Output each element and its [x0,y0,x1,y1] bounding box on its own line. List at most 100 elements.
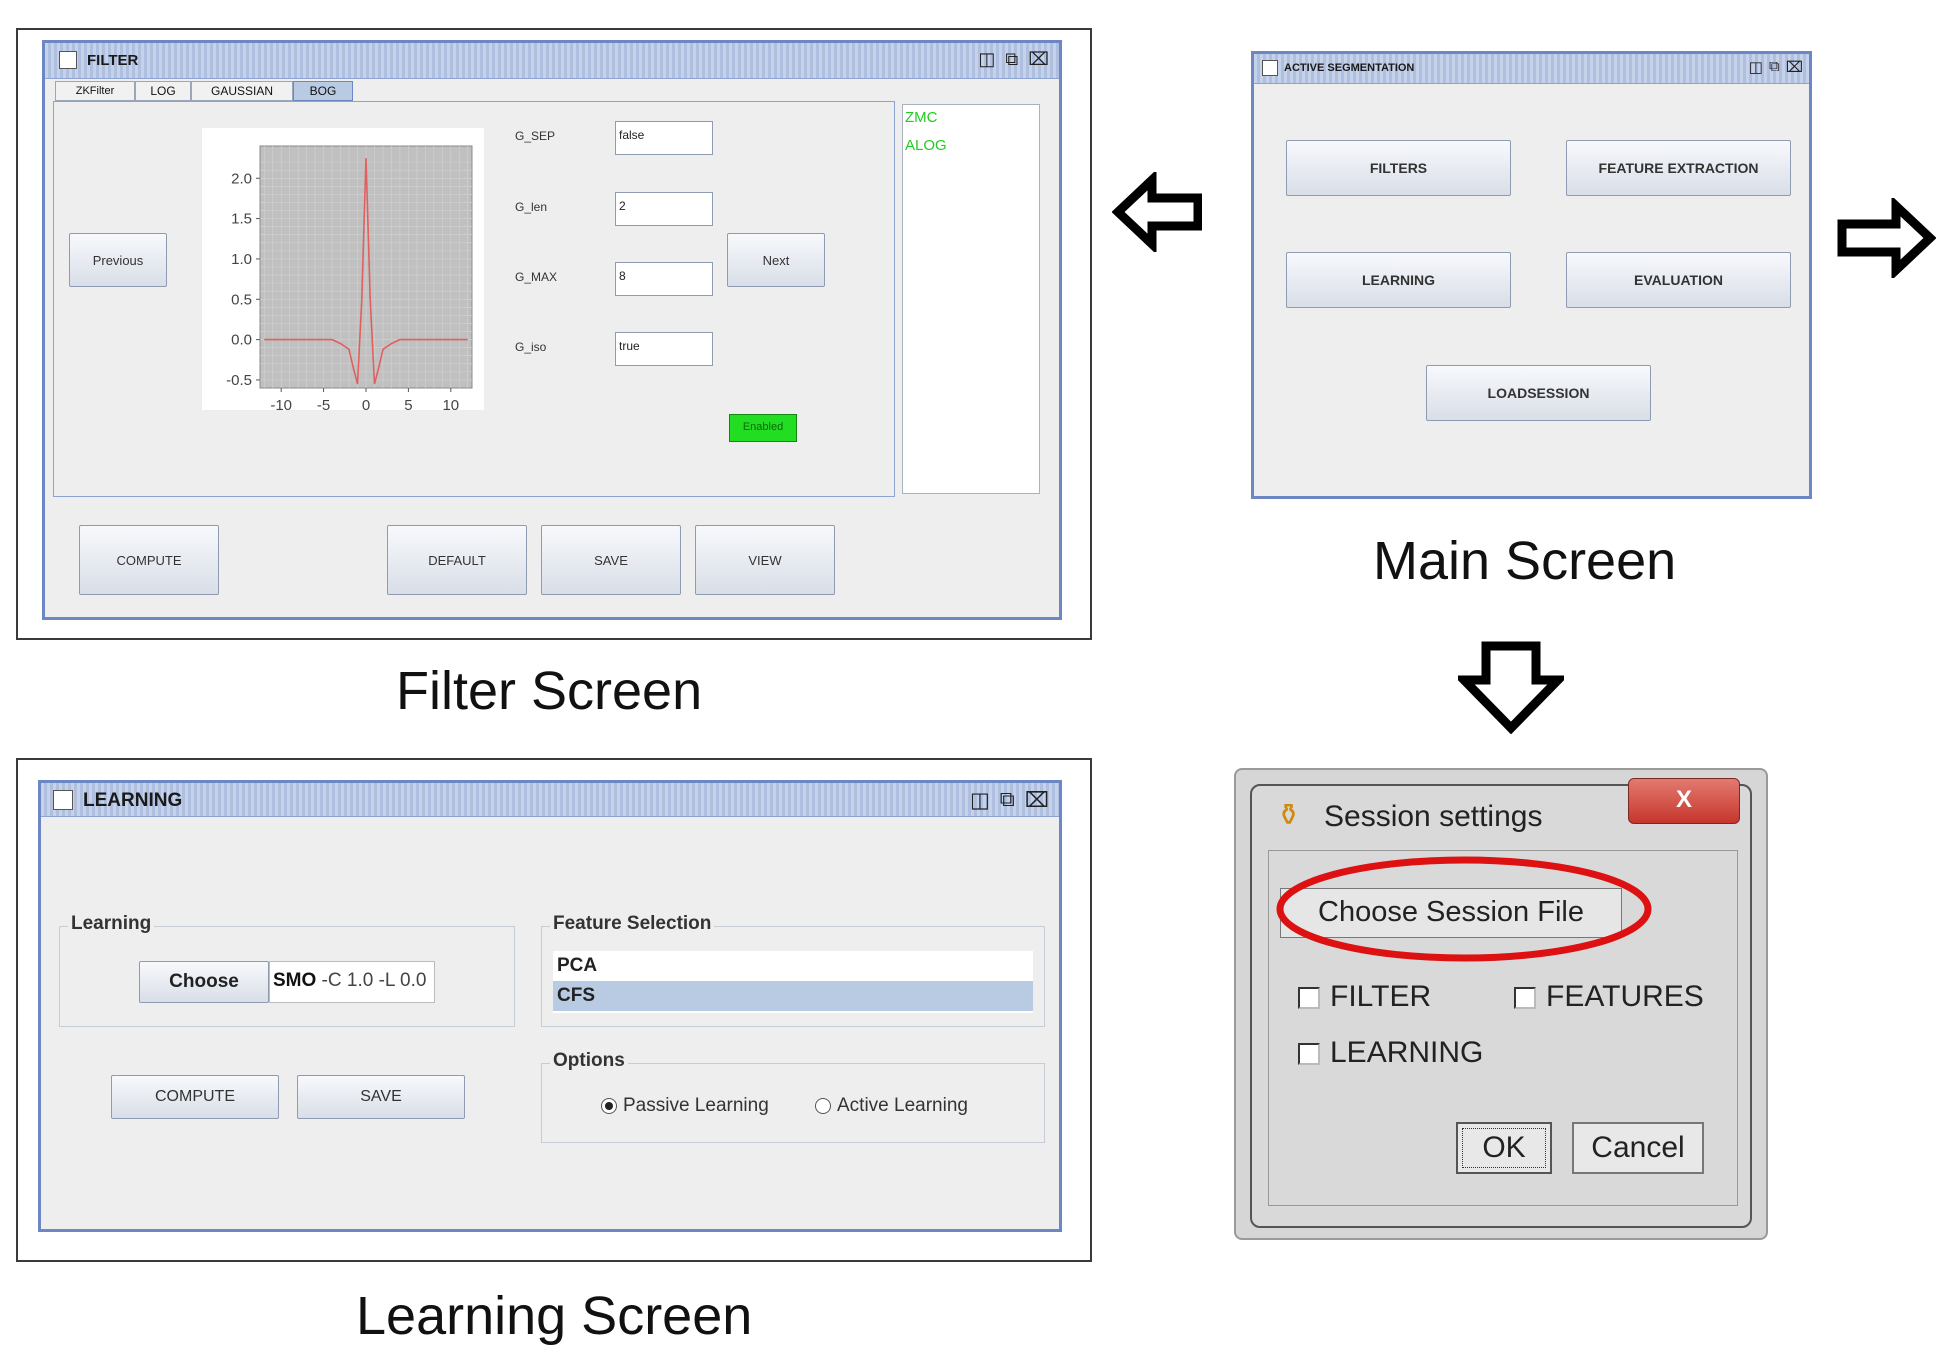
list-item[interactable]: CFS [553,981,1033,1011]
learning-checkbox[interactable]: LEARNING [1298,1036,1483,1070]
maximize-icon[interactable]: ⧉ [1005,49,1018,70]
features-checkbox[interactable]: FEATURES [1514,980,1704,1014]
param-label-g-iso: G_iso [515,340,547,354]
next-button[interactable]: Next [727,233,825,287]
save-button[interactable]: SAVE [297,1075,465,1119]
filter-titlebar[interactable]: FILTER ◫ ⧉ ⌧ [45,43,1059,79]
list-item[interactable]: PCA [553,951,1033,981]
param-label-g-sep: G_SEP [515,129,556,143]
compute-button[interactable]: COMPUTE [79,525,219,595]
x-tick-label: 5 [404,397,412,410]
ok-button[interactable]: OK [1456,1122,1552,1174]
classifier-args: -C 1.0 -L 0.0 [316,970,427,991]
session-dialog: ⚱ Session settings X Choose Session File… [1234,768,1768,1240]
iconify-icon[interactable]: ◫ [970,788,990,813]
learning-button[interactable]: LEARNING [1286,252,1511,308]
filters-button[interactable]: FILTERS [1286,140,1511,196]
filter-chart: 2.0 1.5 1.0 0.5 0.0 -0.5 -10 -5 0 5 10 [202,128,484,414]
save-button[interactable]: SAVE [541,525,681,595]
x-tick-label: -5 [317,397,330,410]
filter-checkbox[interactable]: FILTER [1298,980,1431,1014]
active-learning-label: Active Learning [837,1095,968,1116]
choose-button[interactable]: Choose [139,961,269,1003]
param-field-g-max[interactable]: 8 [615,262,713,296]
param-field-g-len[interactable]: 2 [615,192,713,226]
learning-screen-caption: Learning Screen [356,1286,753,1346]
learning-window: LEARNING ◫ ⧉ ⌧ Learning Choose SMO -C 1.… [38,780,1062,1232]
classifier-field[interactable]: SMO -C 1.0 -L 0.0 [269,961,435,1003]
evaluation-button[interactable]: EVALUATION [1566,252,1791,308]
chart-svg: 2.0 1.5 1.0 0.5 0.0 -0.5 -10 -5 0 5 10 [226,145,473,414]
feature-list[interactable]: PCA CFS [553,951,1033,1013]
filter-window-title: FILTER [87,52,139,69]
tab-gaussian[interactable]: GAUSSIAN [191,81,293,101]
checkbox-icon [1298,1043,1320,1066]
dialog-close-button[interactable]: X [1628,778,1740,824]
options-title: Options [550,1050,628,1072]
default-button[interactable]: DEFAULT [387,525,527,595]
checkbox-icon [1298,987,1320,1010]
cancel-button[interactable]: Cancel [1572,1122,1704,1174]
radio-selected-icon [601,1098,617,1114]
tab-bog[interactable]: BOG [293,81,353,101]
previous-button[interactable]: Previous [69,233,167,287]
learning-titlebar[interactable]: LEARNING ◫ ⧉ ⌧ [41,783,1059,817]
y-tick-label: 0.0 [231,332,252,349]
arrow-right-icon [1836,198,1936,278]
radio-unselected-icon [815,1098,831,1114]
param-field-g-sep[interactable]: false [615,121,713,155]
main-screen-caption: Main Screen [1373,531,1677,591]
x-tick-label: -10 [270,397,292,410]
session-dialog-title: Session settings [1324,800,1543,833]
filter-screen-caption: Filter Screen [396,661,703,721]
param-field-g-iso[interactable]: true [615,332,713,366]
y-tick-label: 2.0 [231,170,252,187]
x-tick-label: 10 [442,397,459,410]
enabled-badge: Enabled [729,414,797,442]
main-window-title: ACTIVE SEGMENTATION [1284,62,1415,74]
window-menu-icon[interactable] [1262,60,1278,76]
y-tick-label: 0.5 [231,291,252,308]
filter-window: FILTER ◫ ⧉ ⌧ ZKFilter LOG GAUSSIAN BOG P… [42,40,1062,620]
close-icon[interactable]: ⌧ [1025,788,1049,813]
list-item[interactable]: ZMC [905,109,938,126]
window-menu-icon[interactable] [59,51,77,69]
close-icon[interactable]: ⌧ [1028,49,1049,70]
main-titlebar[interactable]: ACTIVE SEGMENTATION ◫ ⧉ ⌧ [1254,54,1809,84]
filter-list[interactable]: ZMC ALOG [902,104,1040,494]
maximize-icon[interactable]: ⧉ [1000,788,1015,813]
learning-window-title: LEARNING [83,790,183,811]
tab-log[interactable]: LOG [135,81,191,101]
passive-learning-radio[interactable]: Passive Learning [601,1095,769,1117]
y-tick-label: 1.5 [231,211,252,228]
y-tick-label: 1.0 [231,251,252,268]
passive-learning-label: Passive Learning [623,1095,769,1116]
classifier-name: SMO [273,970,317,991]
iconify-icon[interactable]: ◫ [1749,58,1763,76]
learning-group-title: Learning [68,913,155,935]
close-icon[interactable]: ⌧ [1786,58,1803,76]
x-tick-label: 0 [362,397,370,410]
list-item[interactable]: ALOG [905,137,947,154]
learning-checkbox-label: LEARNING [1330,1036,1484,1069]
param-label-g-len: G_len [515,200,548,214]
y-tick-label: -0.5 [226,372,252,389]
param-label-g-max: G_MAX [515,270,558,284]
checkbox-icon [1514,987,1536,1010]
highlight-ellipse [1272,852,1656,966]
compute-button[interactable]: COMPUTE [111,1075,279,1119]
arrow-left-icon [1112,172,1202,252]
loadsession-button[interactable]: LOADSESSION [1426,365,1651,421]
maximize-icon[interactable]: ⧉ [1769,58,1780,76]
iconify-icon[interactable]: ◫ [978,49,995,70]
microscope-icon: ⚱ [1276,799,1302,832]
tab-zkfilter[interactable]: ZKFilter [55,81,135,101]
filter-checkbox-label: FILTER [1330,980,1432,1013]
window-menu-icon[interactable] [53,790,73,810]
arrow-down-icon [1458,640,1564,734]
active-learning-radio[interactable]: Active Learning [815,1095,968,1117]
main-window: ACTIVE SEGMENTATION ◫ ⧉ ⌧ FILTERS FEATUR… [1251,51,1812,499]
view-button[interactable]: VIEW [695,525,835,595]
feature-selection-title: Feature Selection [550,913,715,935]
feature-extraction-button[interactable]: FEATURE EXTRACTION [1566,140,1791,196]
